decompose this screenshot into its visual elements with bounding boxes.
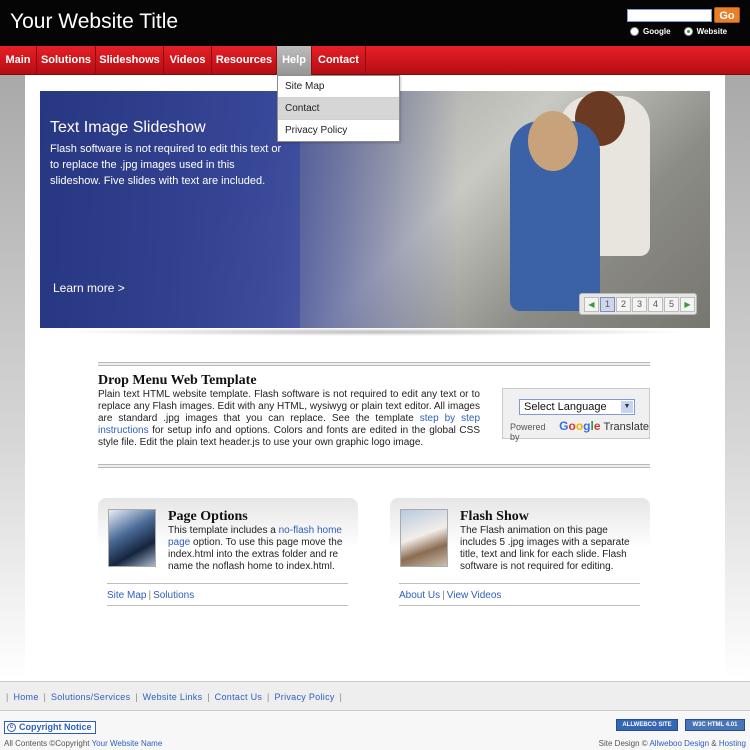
pager-prev-icon[interactable]: ◀ — [584, 296, 599, 312]
google-logo[interactable]: Google — [559, 419, 600, 433]
footer-link-home[interactable]: Home — [13, 692, 38, 702]
nav-item-solutions[interactable]: Solutions — [37, 46, 96, 75]
powered-by-row: Powered by Google Translate — [510, 419, 649, 442]
pager-page-2[interactable]: 2 — [616, 296, 631, 312]
footer-bottom: c Copyright Notice All Contents ©Copyrigh… — [0, 711, 750, 750]
website-name-link[interactable]: Your Website Name — [92, 739, 163, 748]
w3c-html-badge[interactable]: W3C HTML 4.01 — [685, 719, 745, 731]
go-button[interactable]: Go — [714, 7, 740, 23]
all-contents-label: All Contents ©Copyright — [4, 739, 90, 748]
copyright-notice-label: Copyright Notice — [19, 722, 92, 732]
language-select[interactable]: Select Language ▼ — [519, 399, 635, 415]
nav-item-help[interactable]: Help — [277, 46, 312, 75]
view-videos-link[interactable]: View Videos — [447, 590, 502, 601]
pager-page-3[interactable]: 3 — [632, 296, 647, 312]
allwebco-site-badge[interactable]: ALLWEBCO SITE — [616, 719, 678, 731]
main-heading: Drop Menu Web Template — [98, 373, 257, 388]
main-text: Plain text HTML website template. Flash … — [98, 389, 480, 449]
dropdown-item-contact[interactable]: Contact — [278, 98, 399, 120]
powered-by-label: Powered by — [510, 422, 546, 442]
page-options-text: This template includes a no-flash home p… — [168, 525, 348, 573]
slide-person-man-head — [528, 111, 578, 171]
main-nav: Main Solutions Slideshows Videos Resourc… — [0, 46, 750, 75]
nav-item-slideshows[interactable]: Slideshows — [96, 46, 164, 75]
woman-thumbnail — [400, 509, 448, 567]
left-side-gradient — [0, 75, 25, 680]
solutions-link[interactable]: Solutions — [153, 590, 194, 601]
main-text-part-2: for setup info and options. Colors and f… — [98, 425, 480, 448]
page-options-text-1: This template includes a — [168, 525, 279, 536]
dropdown-item-site-map[interactable]: Site Map — [278, 76, 399, 98]
slide-pager: ◀ 1 2 3 4 5 ▶ — [579, 293, 697, 315]
copyright-notice-button[interactable]: c Copyright Notice — [4, 721, 96, 734]
site-design-credit: Site Design © Allweboo Design & Hosting — [599, 739, 746, 748]
amp-label: & — [711, 739, 717, 748]
flash-show-title: Flash Show — [460, 509, 529, 524]
site-map-link[interactable]: Site Map — [107, 590, 146, 601]
flash-show-box: Flash Show The Flash animation on this p… — [390, 498, 650, 608]
dropdown-item-privacy-policy[interactable]: Privacy Policy — [278, 120, 399, 142]
slideshow-shadow — [55, 328, 695, 336]
divider-top — [98, 362, 650, 366]
search-input[interactable] — [627, 9, 712, 22]
translate-label: Translate — [603, 421, 649, 433]
allweboo-design-link[interactable]: Allweboo Design — [649, 739, 709, 748]
flash-show-links: About Us | View Videos — [399, 590, 502, 601]
radio-google[interactable] — [630, 27, 639, 36]
box-divider — [107, 583, 348, 584]
page-options-box: Page Options This template includes a no… — [98, 498, 358, 608]
hosting-link[interactable]: Hosting — [719, 739, 746, 748]
box-divider — [399, 583, 640, 584]
page-options-title: Page Options — [168, 509, 248, 524]
pager-page-4[interactable]: 4 — [648, 296, 663, 312]
language-select-label: Select Language — [524, 401, 607, 413]
google-translate-widget: Select Language ▼ Powered by Google Trans… — [502, 388, 650, 442]
page-options-links: Site Map | Solutions — [107, 590, 195, 601]
divider-bottom — [98, 464, 650, 468]
flash-show-text: The Flash animation on this page include… — [460, 525, 630, 572]
all-contents-copyright: All Contents ©Copyright Your Website Nam… — [4, 739, 162, 748]
box-divider — [399, 605, 640, 606]
site-design-label: Site Design © — [598, 739, 648, 748]
right-side-gradient — [725, 75, 750, 680]
radio-website-label: Website — [696, 27, 728, 36]
pager-page-1[interactable]: 1 — [600, 296, 615, 312]
page-options-text-2: option. To use this page move the index.… — [168, 537, 343, 572]
radio-website[interactable] — [683, 27, 693, 36]
footer-link-privacy-policy[interactable]: Privacy Policy — [274, 692, 334, 702]
chevron-down-icon: ▼ — [621, 401, 633, 413]
nav-item-videos[interactable]: Videos — [164, 46, 212, 75]
slide-title: Text Image Slideshow — [50, 119, 206, 136]
pager-next-icon[interactable]: ▶ — [680, 296, 695, 312]
footer-link-solutions-services[interactable]: Solutions/Services — [51, 692, 130, 702]
slide-text: Flash software is not required to edit t… — [50, 143, 282, 187]
help-dropdown-menu: Site Map Contact Privacy Policy — [277, 75, 400, 142]
pager-page-5[interactable]: 5 — [664, 296, 679, 312]
nav-item-contact[interactable]: Contact — [312, 46, 366, 75]
search-scope-radios: Google Website — [630, 27, 740, 36]
radio-google-label: Google — [643, 27, 671, 36]
learn-more-link[interactable]: Learn more > — [53, 281, 125, 295]
footer-link-website-links[interactable]: Website Links — [143, 692, 203, 702]
building-thumbnail — [108, 509, 156, 567]
header: Your Website Title Go Google Website — [0, 0, 750, 46]
copyright-icon: c — [7, 723, 16, 732]
footer-link-contact-us[interactable]: Contact Us — [215, 692, 263, 702]
footer-nav: | Home | Solutions/Services | Website Li… — [0, 681, 750, 711]
nav-item-main[interactable]: Main — [0, 46, 37, 75]
site-title[interactable]: Your Website Title — [10, 10, 178, 34]
about-us-link[interactable]: About Us — [399, 590, 440, 601]
box-divider — [107, 605, 348, 606]
nav-item-resources[interactable]: Resources — [212, 46, 277, 75]
